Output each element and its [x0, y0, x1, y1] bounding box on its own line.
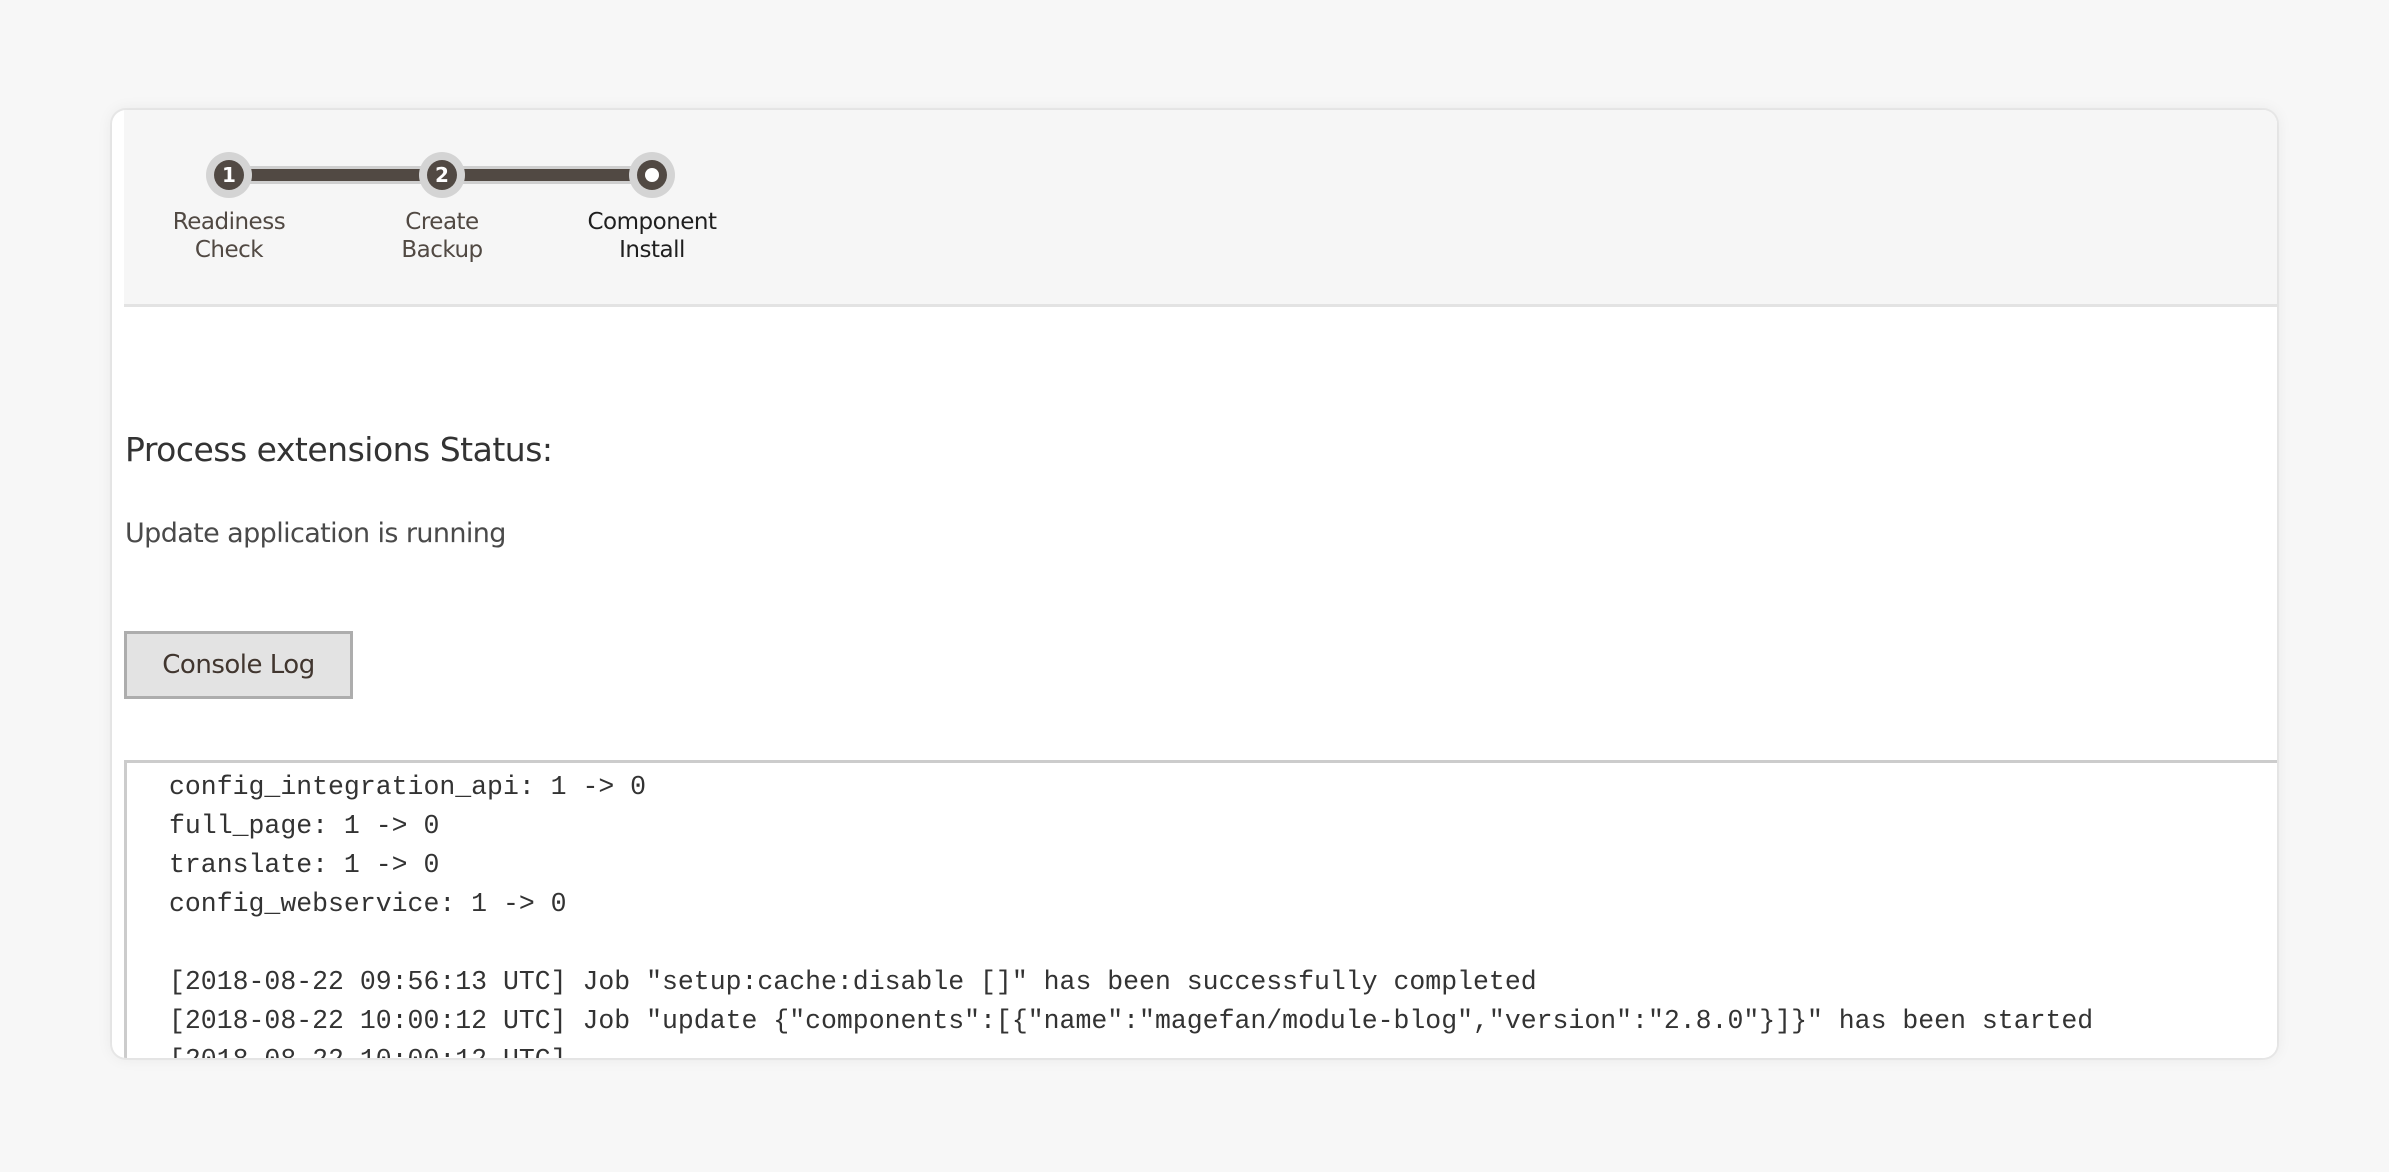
current-step-dot-icon	[637, 160, 667, 190]
console-line: config_integration_api: 1 -> 0	[169, 772, 647, 802]
step-label-line1: Create	[405, 209, 479, 235]
status-message: Update application is running	[125, 518, 506, 549]
console-log-button[interactable]: Console Log	[124, 631, 353, 699]
console-line: config_webservice: 1 -> 0	[169, 889, 567, 919]
page-title: Process extensions Status:	[125, 430, 553, 469]
wizard-progress-header: 1 Readiness Check 2 Create Backup Compon…	[124, 110, 2277, 307]
console-line: [2018-08-22 09:56:13 UTC] Job "setup:cac…	[169, 967, 1537, 997]
step-label-line2: Backup	[401, 237, 483, 263]
step-indicator: 2	[419, 152, 465, 198]
console-line: config_integration: 1 -> 0	[169, 763, 2093, 768]
console-log-panel[interactable]: config_integration: 1 -> 0 config_integra…	[124, 760, 2277, 1058]
step-label-line1: Readiness	[172, 209, 286, 235]
setup-wizard-card: 1 Readiness Check 2 Create Backup Compon…	[112, 110, 2277, 1058]
console-line: [2018-08-22 10:00:12 UTC] ...	[169, 1041, 2093, 1058]
console-line: [2018-08-22 10:00:12 UTC] Job "update {"…	[169, 1006, 2094, 1036]
step-indicator: 1	[206, 152, 252, 198]
step-label: Create Backup	[342, 208, 542, 264]
step-label-line2: Check	[194, 237, 264, 263]
console-line: full_page: 1 -> 0	[169, 811, 440, 841]
step-label: Readiness Check	[129, 208, 329, 264]
step-number: 2	[427, 160, 457, 190]
step-number: 1	[214, 160, 244, 190]
step-indicator-current	[629, 152, 675, 198]
console-log-text: config_integration: 1 -> 0 config_integra…	[169, 763, 2094, 1058]
step-label-line2: Install	[619, 237, 685, 263]
step-label: Component Install	[552, 208, 752, 264]
console-line: translate: 1 -> 0	[169, 850, 440, 880]
step-label-line1: Component	[587, 209, 717, 235]
progress-stepper: 1 Readiness Check 2 Create Backup Compon…	[124, 110, 824, 304]
